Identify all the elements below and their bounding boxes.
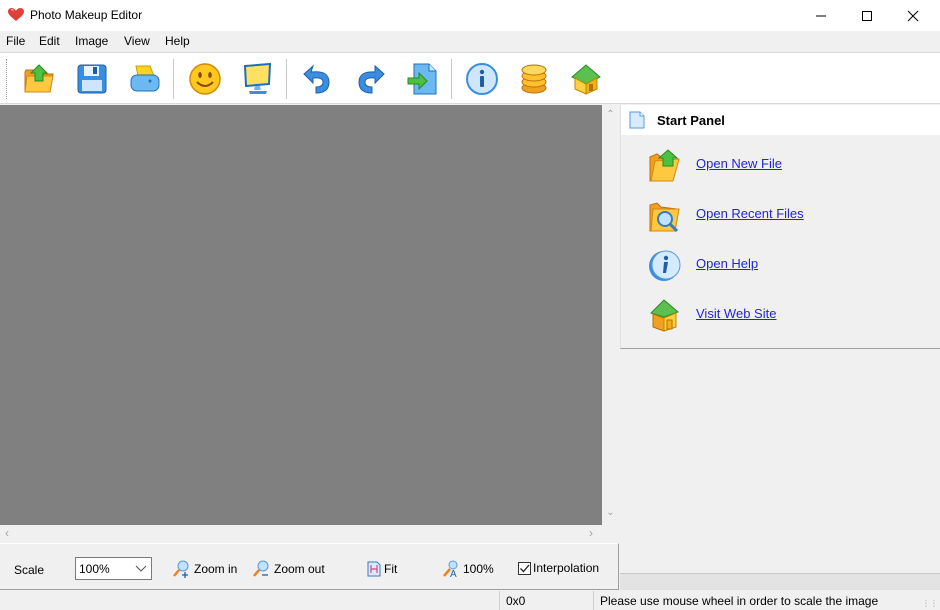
- folder-open-icon: [24, 64, 54, 93]
- start-panel-header: Start Panel: [621, 105, 940, 135]
- scale-toolbar: Scale 100% Zoom in Zoom out Fit A 100% I…: [0, 543, 619, 590]
- printer-icon: [130, 65, 160, 92]
- panel-splitter: [620, 573, 940, 590]
- makeup-button[interactable]: [186, 60, 224, 98]
- fit-button[interactable]: Fit: [367, 560, 397, 578]
- scale-dropdown[interactable]: 100%: [75, 557, 152, 580]
- fit-page-icon: [367, 561, 381, 577]
- menu-help[interactable]: Help: [165, 34, 190, 48]
- minimize-button[interactable]: [798, 0, 844, 31]
- menu-image[interactable]: Image: [75, 34, 108, 48]
- start-panel: Start Panel Open New File Open Recent Fi…: [620, 105, 940, 349]
- fit-label: Fit: [384, 562, 398, 576]
- minimize-icon: [816, 15, 826, 16]
- toolbar-separator: [173, 59, 174, 99]
- zoom-out-button[interactable]: Zoom out: [253, 560, 325, 578]
- maximize-button[interactable]: [844, 0, 890, 31]
- vertical-scrollbar[interactable]: ⌃ ⌄: [602, 105, 619, 525]
- actual-size-label: 100%: [463, 562, 494, 576]
- open-recent-files-label[interactable]: Open Recent Files: [696, 206, 804, 221]
- interpolation-checkbox[interactable]: Interpolation: [518, 561, 599, 575]
- buy-button[interactable]: [515, 60, 553, 98]
- interpolation-label: Interpolation: [533, 561, 600, 575]
- actual-size-button[interactable]: A 100%: [442, 560, 494, 578]
- maximize-icon: [862, 10, 872, 21]
- menu-file[interactable]: File: [6, 34, 25, 48]
- heart-icon: [8, 8, 24, 21]
- info-icon: [649, 250, 681, 281]
- close-button[interactable]: [890, 0, 936, 31]
- document-icon: [629, 111, 645, 129]
- chevron-down-icon: [135, 565, 147, 572]
- window-title: Photo Makeup Editor: [30, 8, 143, 22]
- scroll-right-icon[interactable]: ›: [589, 526, 593, 540]
- actual-size-icon: A: [443, 560, 458, 578]
- floppy-disk-icon: [77, 64, 107, 94]
- print-button[interactable]: [126, 60, 164, 98]
- folder-open-icon: [649, 149, 680, 182]
- resize-grip-icon[interactable]: ⋮⋮: [922, 599, 938, 608]
- svg-text:A: A: [450, 569, 457, 578]
- coins-icon: [521, 64, 547, 94]
- scroll-down-icon[interactable]: ⌄: [602, 507, 619, 518]
- status-bar: 0x0 Please use mouse wheel in order to s…: [0, 591, 940, 610]
- title-bar: Photo Makeup Editor: [0, 0, 940, 31]
- scale-label: Scale: [14, 563, 45, 577]
- monitor-icon: [243, 62, 272, 94]
- open-new-file-label[interactable]: Open New File: [696, 156, 782, 171]
- checkmark-icon: [520, 564, 530, 572]
- open-new-file-link[interactable]: Open New File: [647, 147, 927, 183]
- menu-view[interactable]: View: [124, 34, 150, 48]
- slideshow-button[interactable]: [238, 60, 276, 98]
- folder-search-icon: [649, 202, 680, 233]
- scroll-up-icon[interactable]: ⌃: [602, 109, 619, 120]
- home-icon: [650, 299, 679, 332]
- menu-bar: File Edit Image View Help: [0, 31, 940, 51]
- open-recent-files-link[interactable]: Open Recent Files: [647, 197, 927, 233]
- toolbar-separator: [286, 59, 287, 99]
- status-hint: Please use mouse wheel in order to scale…: [593, 591, 940, 610]
- visit-web-site-label[interactable]: Visit Web Site: [696, 306, 776, 321]
- menu-edit[interactable]: Edit: [39, 34, 60, 48]
- open-button[interactable]: [20, 60, 58, 98]
- zoom-in-label: Zoom in: [194, 562, 238, 576]
- start-panel-title: Start Panel: [657, 113, 725, 128]
- status-dimensions: 0x0: [499, 591, 593, 610]
- scale-value: 100%: [79, 562, 110, 576]
- home-icon: [571, 64, 601, 95]
- open-help-label[interactable]: Open Help: [696, 256, 758, 271]
- zoom-out-icon: [253, 560, 269, 577]
- about-button[interactable]: [463, 60, 501, 98]
- checkbox-box[interactable]: [518, 561, 531, 575]
- save-button[interactable]: [73, 60, 111, 98]
- toolbar-separator: [451, 59, 452, 99]
- undo-arrow-icon: [303, 64, 330, 94]
- home-button[interactable]: [567, 60, 605, 98]
- redo-arrow-icon: [358, 64, 385, 94]
- undo-button[interactable]: [299, 60, 337, 98]
- smiley-icon: [189, 63, 221, 95]
- toolbar: [0, 52, 940, 104]
- export-button[interactable]: [403, 60, 441, 98]
- image-canvas[interactable]: [0, 105, 602, 525]
- document-export-icon: [407, 63, 437, 95]
- open-help-link[interactable]: Open Help: [647, 247, 927, 283]
- scroll-left-icon[interactable]: ‹: [5, 526, 9, 540]
- zoom-out-label: Zoom out: [274, 562, 325, 576]
- zoom-in-button[interactable]: Zoom in: [173, 560, 237, 578]
- visit-web-site-link[interactable]: Visit Web Site: [647, 297, 927, 333]
- zoom-in-icon: [173, 560, 189, 578]
- close-icon: [907, 10, 919, 21]
- info-icon: [466, 63, 498, 95]
- redo-button[interactable]: [351, 60, 389, 98]
- horizontal-scrollbar[interactable]: ‹ ›: [0, 525, 602, 542]
- toolbar-grip[interactable]: [6, 59, 7, 99]
